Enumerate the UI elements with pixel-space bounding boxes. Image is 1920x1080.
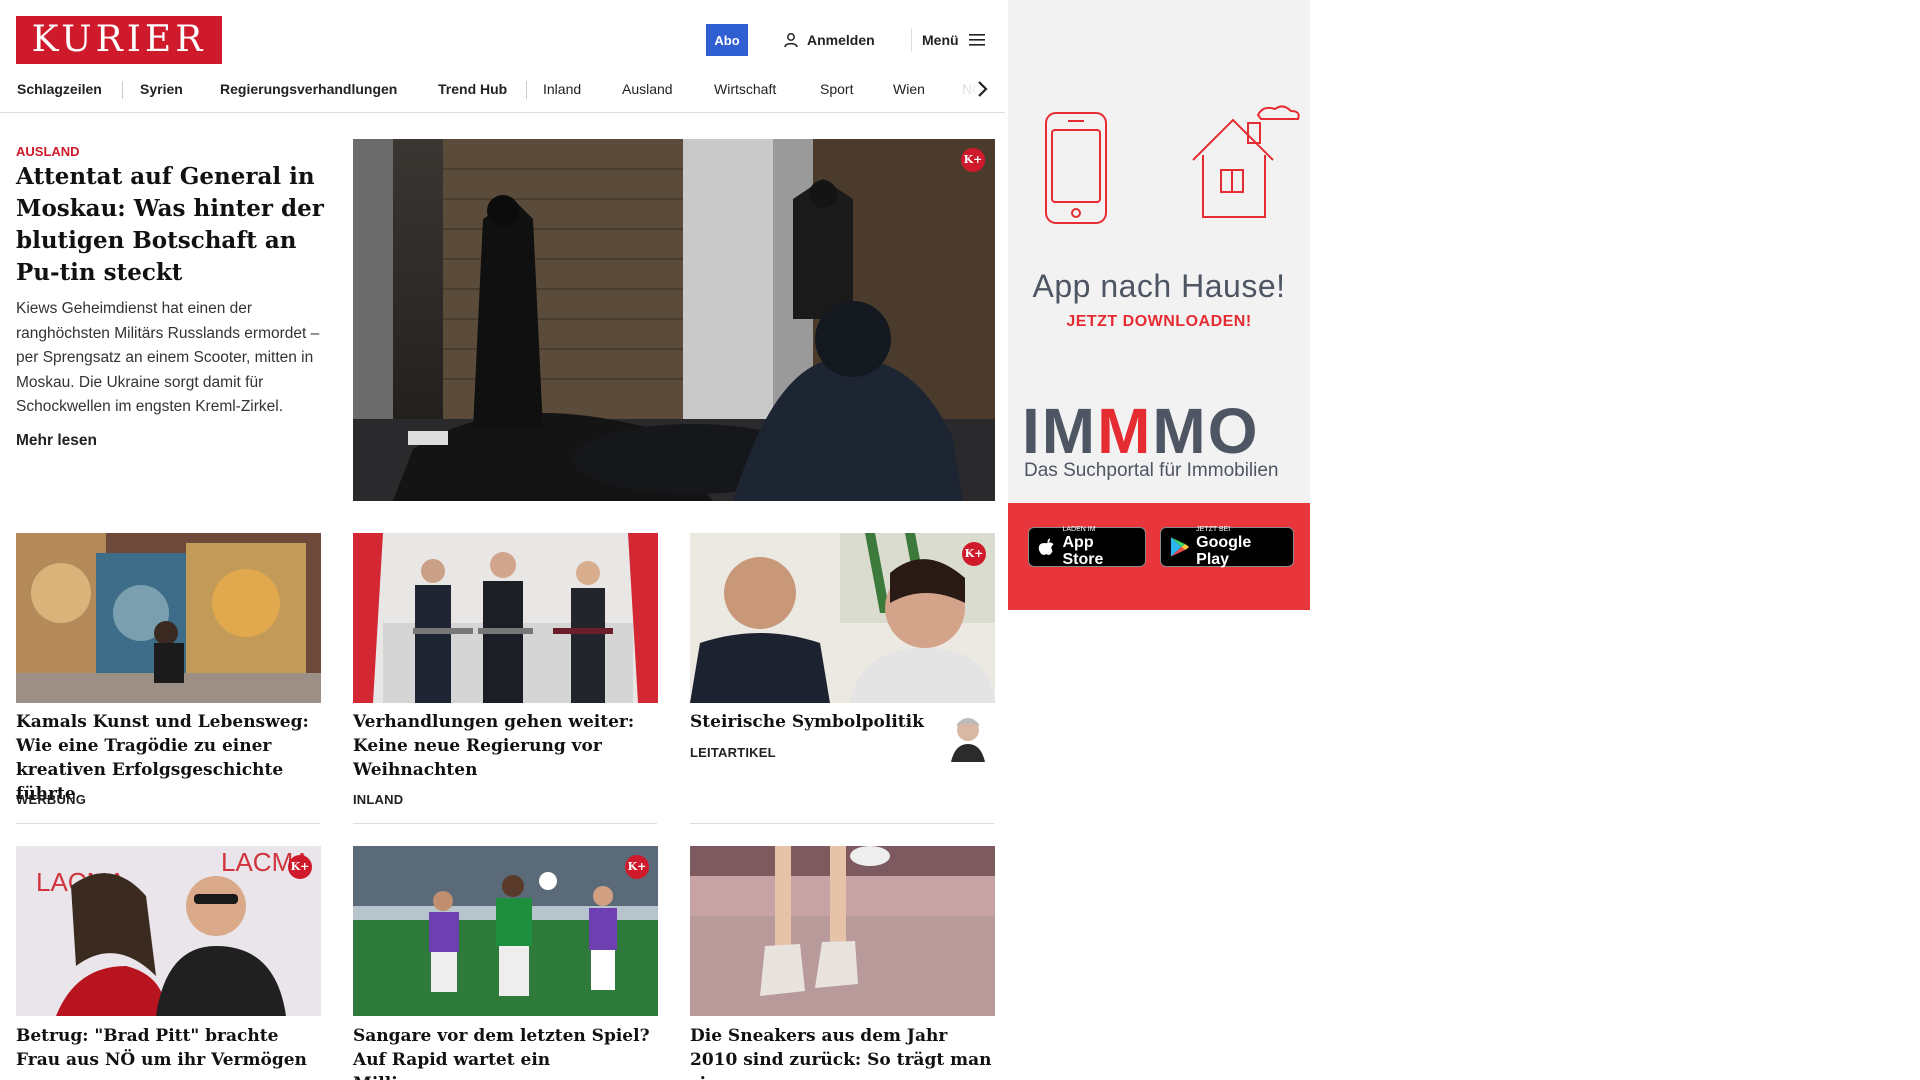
chevron-right-icon[interactable] <box>970 77 994 101</box>
nav-item-schlagzeilen[interactable]: Schlagzeilen <box>17 73 102 105</box>
row-divider <box>16 823 320 824</box>
premium-badge: K+ <box>288 855 312 879</box>
section-navigation: Schlagzeilen Syrien Regierungsverhandlun… <box>0 73 1005 113</box>
read-more-link[interactable]: Mehr lesen <box>16 432 97 450</box>
card-category-1[interactable]: WERBUNG <box>16 792 86 807</box>
nav-item-syrien[interactable]: Syrien <box>140 73 183 105</box>
phone-icon <box>1045 112 1107 224</box>
celebrity-couple-photo: LACMA LACMA <box>16 846 321 1016</box>
house-icon <box>1192 105 1300 218</box>
nav-separator <box>526 81 527 99</box>
nav-item-inland[interactable]: Inland <box>543 73 581 105</box>
sneakers-photo <box>690 846 995 1016</box>
author-avatar[interactable] <box>949 712 987 762</box>
nav-item-ausland[interactable]: Ausland <box>622 73 673 105</box>
card-image-3[interactable]: K+ <box>690 533 995 703</box>
login-label: Anmelden <box>807 32 875 48</box>
immmo-logo-part: IM <box>1022 395 1098 467</box>
premium-badge: K+ <box>625 855 649 879</box>
card-image-6[interactable] <box>690 846 995 1016</box>
nav-item-wien[interactable]: Wien <box>893 73 925 105</box>
card-title-6[interactable]: Die Sneakers aus dem Jahr 2010 sind zurü… <box>690 1024 994 1080</box>
app-store-label: App Store <box>1062 534 1104 568</box>
nav-item-regierungsverhandlungen[interactable]: Regierungsverhandlungen <box>220 73 397 105</box>
lead-teaser: Kiews Geheimdienst hat einen der ranghöc… <box>16 300 320 415</box>
abo-button[interactable]: Abo <box>706 24 748 56</box>
nav-item-trend-hub[interactable]: Trend Hub <box>438 73 507 105</box>
card-title-4[interactable]: Betrug: "Brad Pitt" brachte Frau aus NÖ … <box>16 1024 320 1072</box>
card-title-2[interactable]: Verhandlungen gehen weiter: Keine neue R… <box>353 710 657 782</box>
row-divider <box>353 823 657 824</box>
hamburger-icon <box>968 34 985 46</box>
immmo-logo-part: MO <box>1152 395 1260 467</box>
ad-cta-text: JETZT DOWNLOADEN! <box>1066 313 1252 330</box>
app-store-small: Laden im <box>1062 526 1096 533</box>
nav-item-wirtschaft[interactable]: Wirtschaft <box>714 73 776 105</box>
main-column: KURIER Abo Anmelden Menü Schlagzeilen Sy… <box>0 0 1005 1080</box>
card-title-3[interactable]: Steirische Symbolpolitik <box>690 710 930 734</box>
row-divider <box>690 823 994 824</box>
user-icon <box>784 33 798 48</box>
art-painting-photo <box>16 533 321 703</box>
google-play-small: JETZT BEI <box>1196 526 1231 533</box>
football-match-photo <box>353 846 658 1016</box>
immmo-logo: IMMMO <box>1022 396 1260 466</box>
apple-icon <box>1038 538 1054 555</box>
premium-badge: K+ <box>962 542 986 566</box>
card-image-1[interactable] <box>16 533 321 703</box>
card-title-5[interactable]: Sangare vor dem letzten Spiel? Auf Rapid… <box>353 1024 657 1080</box>
menu-button[interactable]: Menü <box>922 26 985 54</box>
nav-separator <box>122 81 123 99</box>
ad-tagline: Das Suchportal für Immobilien <box>1024 460 1279 481</box>
nav-item-sport[interactable]: Sport <box>820 73 853 105</box>
menu-label: Menü <box>922 32 959 48</box>
app-store-button[interactable]: Laden im App Store <box>1028 526 1146 568</box>
google-play-button[interactable]: JETZT BEI Google Play <box>1160 526 1294 568</box>
google-play-label: Google Play <box>1196 534 1252 568</box>
google-play-icon <box>1170 537 1190 557</box>
lead-photo <box>353 139 995 501</box>
lead-headline[interactable]: Attentat auf General in Moskau: Was hint… <box>16 161 326 289</box>
immmo-advertisement[interactable]: App nach Hause! JETZT DOWNLOADEN! IMMMO … <box>1008 0 1310 610</box>
card-image-2[interactable] <box>353 533 658 703</box>
lead-image[interactable]: K+ <box>353 139 995 501</box>
card-category-2[interactable]: INLAND <box>353 792 403 807</box>
press-conference-photo <box>353 533 658 703</box>
immmo-logo-accent: M <box>1097 395 1153 467</box>
lead-kicker[interactable]: AUSLAND <box>16 144 80 159</box>
kurier-logo[interactable]: KURIER <box>16 16 222 64</box>
header-divider <box>911 28 912 52</box>
politicians-photo <box>690 533 995 703</box>
premium-badge: K+ <box>961 148 985 172</box>
ad-headline: App nach Hause! <box>1032 268 1286 304</box>
card-image-4[interactable]: LACMA LACMA K+ <box>16 846 321 1016</box>
card-image-5[interactable]: K+ <box>353 846 658 1016</box>
card-category-3[interactable]: LEITARTIKEL <box>690 745 776 760</box>
login-button[interactable]: Anmelden <box>783 26 875 54</box>
